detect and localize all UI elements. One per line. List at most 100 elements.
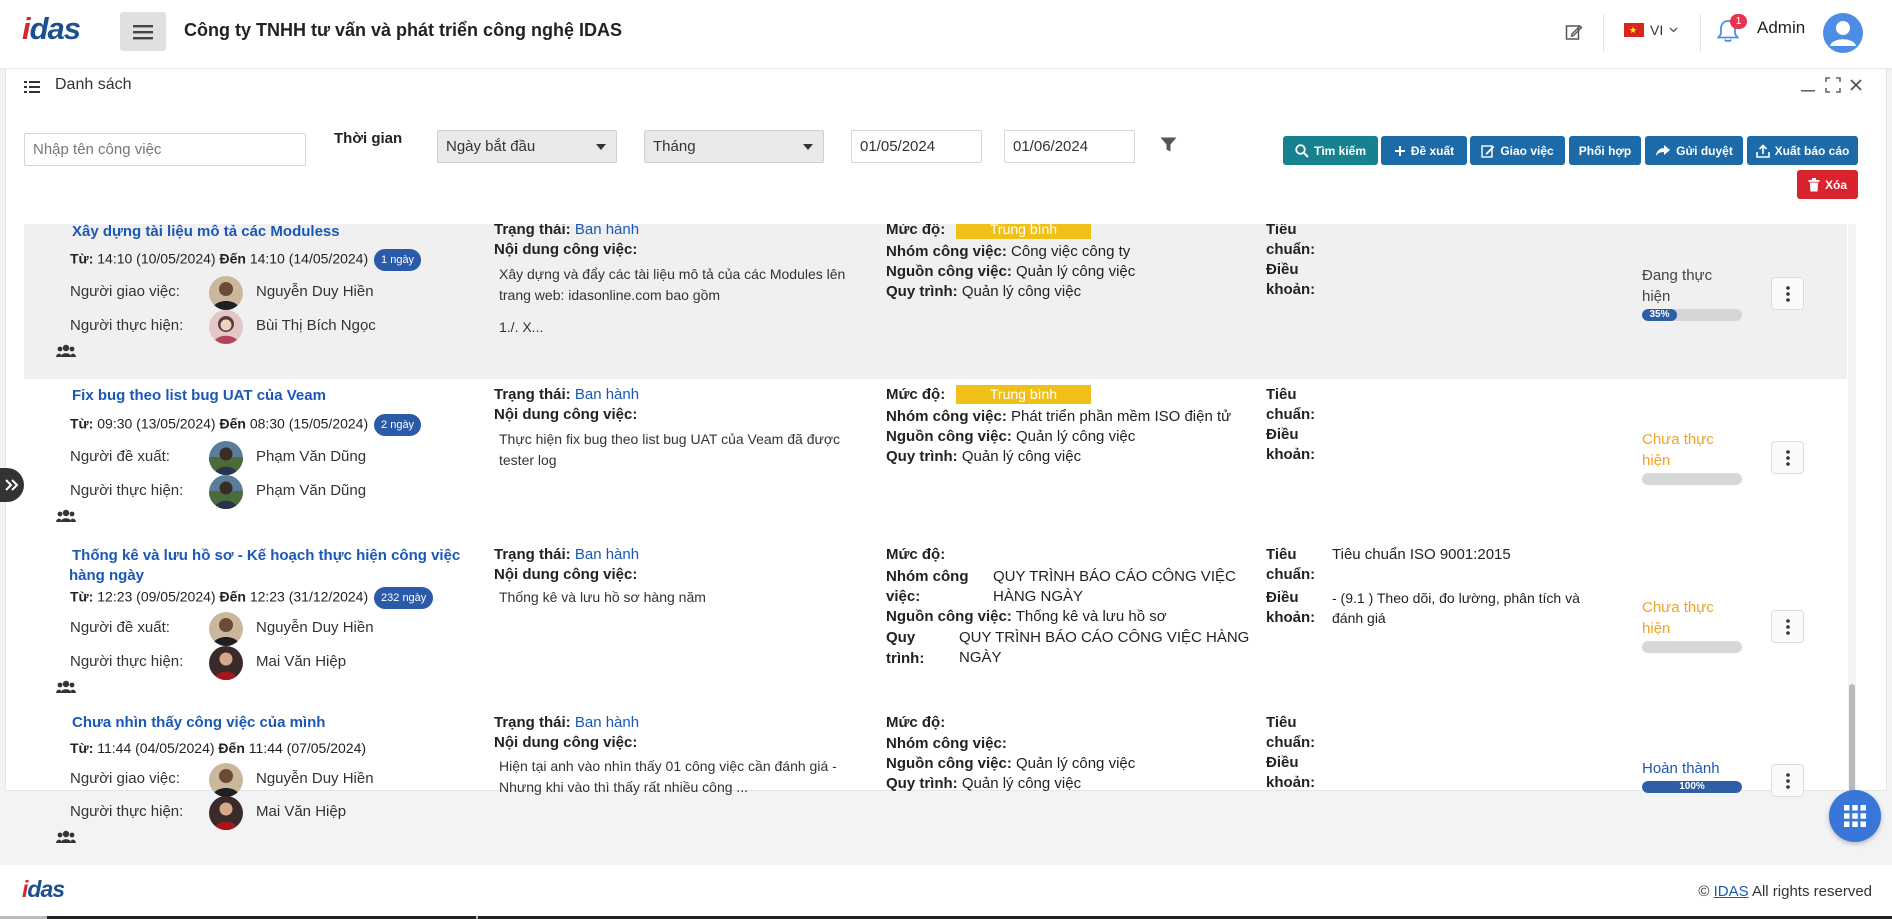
task-time: Từ: 09:30 (13/05/2024) Đến 08:30 (15/05/… [70,414,422,436]
duration-badge: 1 ngày [374,249,422,271]
task-card[interactable]: Chưa nhìn thấy công việc của mình Từ: 11… [24,707,1847,865]
submit-approval-button[interactable]: Gửi duyệt [1645,136,1743,165]
users-group-icon[interactable] [56,509,76,527]
copyright: © IDAS All rights reserved [1698,883,1872,900]
task-time: Từ: 14:10 (10/05/2024) Đến 14:10 (14/05/… [70,249,422,271]
proposer-label: Người đề xuất: [70,448,170,465]
task-card[interactable]: Thống kê và lưu hồ sơ - Kế hoạch thực hi… [24,539,1847,707]
to-date-input[interactable]: 01/06/2024 [1004,130,1135,163]
users-group-icon[interactable] [56,680,76,698]
fullscreen-icon[interactable] [1825,77,1841,98]
more-options-button[interactable] [1771,277,1804,310]
user-avatar[interactable] [1823,13,1863,53]
users-group-icon[interactable] [56,830,76,848]
task-title[interactable]: Xây dựng tài liệu mô tả các Moduless [72,224,340,242]
divider [1700,14,1701,52]
more-vertical-icon [1785,285,1790,302]
task-title[interactable]: Fix bug theo list bug UAT của Veam [72,386,326,406]
task-content: Hiện tại anh vào nhìn thấy 01 công việc … [499,758,837,795]
from-date-input[interactable]: 01/05/2024 [851,130,982,163]
task-content: Thực hiện fix bug theo list bug UAT của … [499,431,841,468]
list-icon [24,80,40,98]
panel-title: Danh sách [55,76,132,93]
idas-logo[interactable]: idas [22,13,102,50]
assign-task-button[interactable]: Giao việc [1470,136,1565,165]
language-selector[interactable]: VI [1624,22,1678,38]
edit-note-icon[interactable] [1565,23,1583,45]
users-group-icon[interactable] [56,344,76,362]
minimize-icon[interactable] [1800,77,1816,98]
search-button[interactable]: Tìm kiếm [1283,136,1378,165]
trash-icon [1808,177,1820,191]
footer: idas © IDAS All rights reserved [0,865,1892,917]
task-process: QUY TRÌNH BÁO CÁO CÔNG VIỆC HÀNG NGÀY [959,629,1250,666]
avatar [209,441,243,475]
language-code: VI [1650,22,1664,38]
assignee-name: Phạm Văn Dũng [256,482,367,499]
task-status: Ban hành [574,224,640,238]
more-vertical-icon [1785,772,1790,789]
task-standard: Tiêu chuẩn ISO 9001:2015 [1332,546,1511,563]
avatar [209,276,243,310]
task-name-search-input[interactable]: Nhập tên công việc [24,133,306,166]
proposer-name: Phạm Văn Dũng [256,448,367,465]
task-content: Thống kê và lưu hồ sơ hàng năm [499,589,706,605]
avatar [209,475,243,509]
task-status: Ban hành [574,546,640,563]
hamburger-icon [133,24,153,39]
more-options-button[interactable] [1771,764,1804,797]
apps-grid-button[interactable] [1829,790,1881,842]
progress-bar [1642,641,1742,653]
task-card[interactable]: Xây dựng tài liệu mô tả các Moduless Từ:… [24,224,1847,379]
more-options-button[interactable] [1771,610,1804,643]
user-name[interactable]: Admin [1757,18,1805,38]
coordinate-button[interactable]: Phối hợp [1569,136,1641,165]
date-type-select[interactable]: Ngày bắt đầu [437,130,617,163]
assignee-label: Người thực hiện: [70,317,184,334]
avatar [209,646,243,680]
progress-status: Chưa thực hiện [1642,599,1714,637]
assignee-name: Mai Văn Hiệp [256,653,347,670]
task-title[interactable]: Thống kê và lưu hồ sơ - Kế hoạch thực hi… [69,546,460,586]
period-select[interactable]: Tháng [644,130,824,163]
export-report-button[interactable]: Xuất báo cáo [1747,136,1858,165]
upload-icon [1755,143,1770,158]
user-icon [1830,21,1856,46]
close-icon[interactable] [1849,77,1863,97]
propose-button[interactable]: Đề xuất [1381,136,1467,165]
period-value: Tháng [653,138,696,155]
caret-down-icon [596,144,606,150]
scrollbar-thumb[interactable] [1849,684,1855,804]
task-list-scrollbar[interactable] [1848,224,1856,865]
task-clause: - (9.1 ) Theo dõi, đo lường, phân tích v… [1332,590,1580,626]
task-title[interactable]: Chưa nhìn thấy công việc của mình [72,713,325,733]
duration-badge: 232 ngày [374,587,434,609]
task-group: QUY TRÌNH BÁO CÁO CÔNG VIỆC HÀNG NGÀY [993,568,1236,605]
top-navbar: idas Công ty TNHH tư vấn và phát triển c… [0,0,1892,68]
more-options-button[interactable] [1771,441,1804,474]
apps-grid-icon [1844,805,1866,827]
idas-footer-logo[interactable]: idas [22,878,82,904]
avatar [209,612,243,646]
share-arrow-icon [1656,145,1671,156]
search-icon [1295,143,1309,158]
assignee-label: Người thực hiện: [70,482,184,499]
duration-badge: 2 ngày [374,414,422,436]
panel-header: Danh sách [6,69,1886,111]
company-name: Công ty TNHH tư vấn và phát triển công n… [184,20,623,40]
task-status: Ban hành [574,386,640,403]
caret-down-icon [803,144,813,150]
task-status: Ban hành [574,714,640,731]
menu-toggle-button[interactable] [120,12,166,51]
delete-button[interactable]: Xóa [1797,170,1858,199]
level-badge: Trung bình [956,224,1091,239]
assignee-label: Người thực hiện: [70,803,184,820]
progress-status: Đang thực hiện [1642,267,1713,305]
filter-icon[interactable] [1160,137,1177,157]
avatar [209,763,243,797]
task-card[interactable]: Fix bug theo list bug UAT của Veam Từ: 0… [24,379,1847,539]
assignee-label: Người thực hiện: [70,653,184,670]
avatar [209,796,243,830]
idas-link[interactable]: IDAS [1714,883,1749,900]
assignee-name: Bùi Thị Bích Ngọc [256,317,376,334]
